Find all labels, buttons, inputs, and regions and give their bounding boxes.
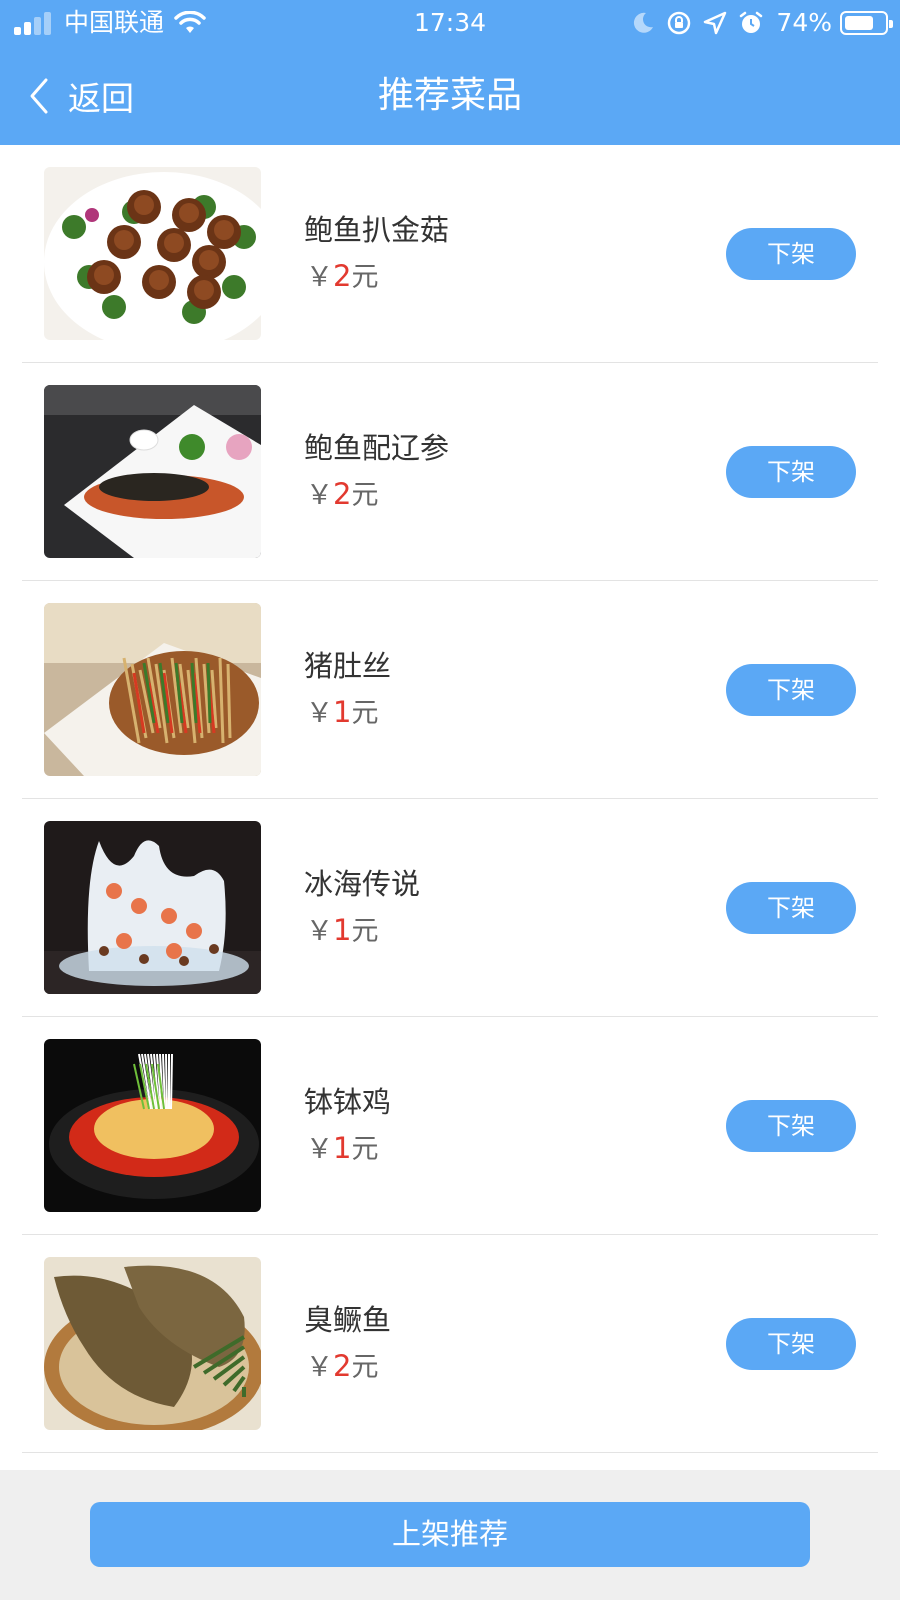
stinky-mandarin-fish-photo bbox=[44, 1257, 261, 1430]
dish-price: ￥2元 bbox=[306, 1345, 378, 1384]
battery-fill bbox=[845, 16, 873, 30]
price-unit: 元 bbox=[351, 262, 379, 293]
dish-row: 钵钵鸡 ￥1元 下架 bbox=[0, 1017, 900, 1235]
page-title: 推荐菜品 bbox=[377, 75, 522, 116]
price-unit: 元 bbox=[351, 698, 379, 729]
location-arrow-icon bbox=[704, 11, 727, 35]
price-unit: 元 bbox=[351, 480, 379, 511]
dish-row: 臭鳜鱼 ￥2元 下架 bbox=[0, 1235, 900, 1453]
dish-list: 鲍鱼扒金菇 ￥2元 下架 鲍鱼配辽参 ￥2元 下架 猪肚丝 ￥1元 下架 冰海传… bbox=[0, 145, 900, 1453]
dish-price: ￥2元 bbox=[306, 473, 378, 512]
rotation-lock-icon bbox=[668, 11, 691, 35]
dish-price: ￥1元 bbox=[306, 691, 378, 730]
dish-row: 猪肚丝 ￥1元 下架 bbox=[0, 581, 900, 799]
currency-symbol: ￥ bbox=[306, 698, 333, 729]
top-bar: 中国联通 17:34 74% 返回 推荐菜品 bbox=[0, 0, 900, 145]
price-value: 2 bbox=[333, 1349, 352, 1383]
price-value: 2 bbox=[333, 259, 352, 293]
dish-price: ￥1元 bbox=[306, 1127, 378, 1166]
dish-name: 臭鳜鱼 bbox=[304, 1303, 392, 1337]
price-unit: 元 bbox=[351, 1134, 379, 1165]
currency-symbol: ￥ bbox=[306, 916, 333, 947]
take-down-button[interactable]: 下架 bbox=[726, 1318, 856, 1370]
alarm-clock-icon bbox=[740, 11, 763, 33]
dish-price: ￥1元 bbox=[306, 909, 378, 948]
battery-percent: 74% bbox=[776, 8, 832, 37]
bobo-chicken-photo bbox=[44, 1039, 261, 1212]
price-value: 2 bbox=[333, 477, 352, 511]
divider bbox=[22, 1452, 878, 1453]
ice-sea-legend-photo bbox=[44, 821, 261, 994]
price-value: 1 bbox=[333, 1131, 352, 1165]
price-unit: 元 bbox=[351, 916, 379, 947]
publish-recommend-button[interactable]: 上架推荐 bbox=[90, 1502, 810, 1567]
currency-symbol: ￥ bbox=[306, 1134, 333, 1165]
price-value: 1 bbox=[333, 913, 352, 947]
currency-symbol: ￥ bbox=[306, 480, 333, 511]
footer-bar: 上架推荐 bbox=[0, 1470, 900, 1600]
currency-symbol: ￥ bbox=[306, 1352, 333, 1383]
moon-icon bbox=[634, 12, 654, 33]
dish-price: ￥2元 bbox=[306, 255, 378, 294]
dish-row: 鲍鱼扒金菇 ￥2元 下架 bbox=[0, 145, 900, 363]
take-down-button[interactable]: 下架 bbox=[726, 446, 856, 498]
dish-row: 鲍鱼配辽参 ￥2元 下架 bbox=[0, 363, 900, 581]
abalone-with-mushrooms-photo bbox=[44, 167, 261, 340]
status-bar: 中国联通 17:34 74% bbox=[0, 0, 900, 46]
battery-icon bbox=[840, 11, 893, 35]
take-down-button[interactable]: 下架 bbox=[726, 228, 856, 280]
dish-name: 鲍鱼配辽参 bbox=[304, 431, 450, 465]
abalone-with-sea-cucumber-photo bbox=[44, 385, 261, 558]
currency-symbol: ￥ bbox=[306, 262, 333, 293]
dish-name: 钵钵鸡 bbox=[304, 1085, 392, 1119]
dish-name: 鲍鱼扒金菇 bbox=[304, 213, 450, 247]
price-value: 1 bbox=[333, 695, 352, 729]
take-down-button[interactable]: 下架 bbox=[726, 1100, 856, 1152]
take-down-button[interactable]: 下架 bbox=[726, 664, 856, 716]
dish-row: 冰海传说 ￥1元 下架 bbox=[0, 799, 900, 1017]
dish-name: 冰海传说 bbox=[304, 867, 421, 901]
take-down-button[interactable]: 下架 bbox=[726, 882, 856, 934]
price-unit: 元 bbox=[351, 1352, 379, 1383]
dish-name: 猪肚丝 bbox=[304, 649, 392, 683]
shredded-pork-tripe-photo bbox=[44, 603, 261, 776]
navigation-bar: 返回 推荐菜品 bbox=[0, 56, 900, 136]
